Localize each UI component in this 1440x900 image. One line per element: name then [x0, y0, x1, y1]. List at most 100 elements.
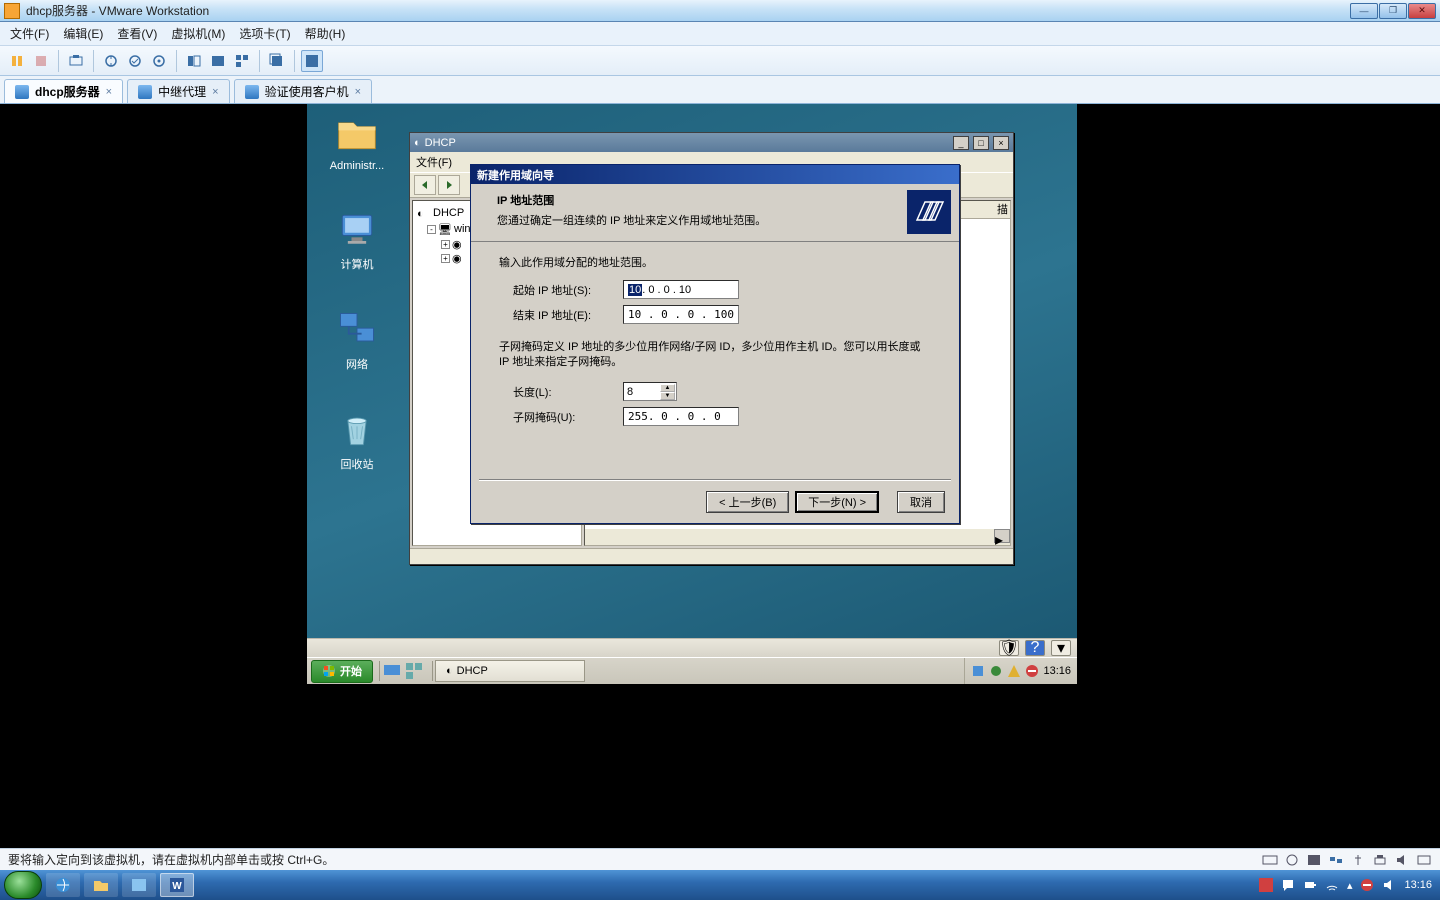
menu-edit[interactable]: 编辑(E): [63, 25, 103, 42]
menu-vm[interactable]: 虚拟机(M): [171, 25, 225, 42]
vm-tab-client[interactable]: 验证使用客户机 ×: [234, 79, 372, 103]
menu-help[interactable]: 帮助(H): [305, 25, 346, 42]
view-singlewin-button[interactable]: [183, 50, 205, 72]
guest-start-button[interactable]: 开始: [311, 660, 373, 683]
snapshot-revert-button[interactable]: [124, 50, 146, 72]
status-floppy-icon[interactable]: [1306, 853, 1322, 867]
desktop-icon-administrator[interactable]: Administr...: [321, 112, 393, 172]
security-icon[interactable]: 🛡: [999, 640, 1019, 656]
host-close-button[interactable]: ✕: [1408, 3, 1436, 19]
tray-network-icon[interactable]: [989, 664, 1003, 678]
status-printer-icon[interactable]: [1372, 853, 1388, 867]
spin-up-button[interactable]: ▲: [660, 384, 675, 392]
new-scope-wizard: 新建作用域向导 IP 地址范围 您通过确定一组连续的 IP 地址来定义作用域地址…: [470, 164, 960, 524]
vm-viewport[interactable]: Administr... 计算机 网络 回收站 ◐ DHCP _ □: [0, 104, 1440, 848]
view-thumbnail-button[interactable]: [231, 50, 253, 72]
tray-power-icon[interactable]: [1303, 878, 1317, 892]
back-button[interactable]: [414, 175, 436, 195]
desktop-icon-recycle[interactable]: 回收站: [321, 408, 393, 472]
menu-view[interactable]: 查看(V): [117, 25, 157, 42]
scroll-right-button[interactable]: ▸: [994, 529, 1010, 543]
next-button[interactable]: 下一步(N) >: [795, 491, 879, 513]
status-message-icon[interactable]: [1416, 853, 1432, 867]
status-usb-icon[interactable]: [1350, 853, 1366, 867]
menu-file[interactable]: 文件(F): [10, 25, 49, 42]
mmc-minimize-button[interactable]: _: [953, 136, 969, 150]
host-taskbar: W ▴ 13:16: [0, 870, 1440, 900]
taskbar-explorer[interactable]: [84, 873, 118, 897]
status-cd-icon[interactable]: [1284, 853, 1300, 867]
desktop-icon-computer[interactable]: 计算机: [321, 208, 393, 272]
options-icon[interactable]: ▾: [1051, 640, 1071, 656]
wizard-body: 输入此作用域分配的地址范围。 起始 IP 地址(S): 10 . 0 . 0 .…: [471, 242, 959, 444]
desktop-icon-network[interactable]: 网络: [321, 308, 393, 372]
guest-task-dhcp[interactable]: ◐ DHCP: [435, 660, 585, 682]
guest-clock[interactable]: 13:16: [1043, 665, 1071, 677]
help-icon[interactable]: ?: [1025, 640, 1045, 656]
host-minimize-button[interactable]: ―: [1350, 3, 1378, 19]
icon-label: 回收站: [321, 456, 393, 472]
host-maximize-button[interactable]: ❐: [1379, 3, 1407, 19]
mmc-titlebar[interactable]: ◐ DHCP _ □ ×: [410, 133, 1013, 152]
tray-flag-icon[interactable]: [1259, 878, 1273, 892]
end-ip-input[interactable]: 10 . 0 . 0 . 100: [623, 305, 739, 324]
tray-security-icon[interactable]: [971, 664, 985, 678]
tab-close-icon[interactable]: ×: [212, 86, 218, 98]
unity-button[interactable]: [266, 50, 288, 72]
tray-blocked-icon[interactable]: [1025, 664, 1039, 678]
wizard-titlebar[interactable]: 新建作用域向导: [471, 165, 959, 184]
mmc-menu-file[interactable]: 文件(F): [416, 154, 452, 170]
tray-wifi-icon[interactable]: [1325, 878, 1339, 892]
tray-volume-icon[interactable]: [1382, 878, 1396, 892]
taskbar-folder[interactable]: [122, 873, 156, 897]
guest-desktop[interactable]: Administr... 计算机 网络 回收站 ◐ DHCP _ □: [307, 104, 1077, 684]
quicklaunch-desktop[interactable]: [382, 661, 402, 681]
taskbar-word[interactable]: W: [160, 873, 194, 897]
tab-close-icon[interactable]: ×: [106, 86, 112, 98]
tray-chevron-icon[interactable]: ▴: [1347, 879, 1353, 892]
tray-blocked-icon[interactable]: [1360, 878, 1374, 892]
fullscreen-button[interactable]: [301, 50, 323, 72]
expand-icon[interactable]: +: [441, 254, 450, 263]
snapshot-manager-button[interactable]: [148, 50, 170, 72]
icon-label: 计算机: [321, 256, 393, 272]
host-menubar: 文件(F) 编辑(E) 查看(V) 虚拟机(M) 选项卡(T) 帮助(H): [0, 22, 1440, 46]
vm-icon: [138, 85, 152, 99]
end-ip-label: 结束 IP 地址(E):: [513, 307, 623, 323]
mmc-close-button[interactable]: ×: [993, 136, 1009, 150]
vm-tab-relay[interactable]: 中继代理 ×: [127, 79, 229, 103]
taskbar-ie[interactable]: [46, 873, 80, 897]
power-off-button[interactable]: [30, 50, 52, 72]
view-console-button[interactable]: [207, 50, 229, 72]
snapshot-take-button[interactable]: [100, 50, 122, 72]
tray-updates-icon[interactable]: [1007, 664, 1021, 678]
horizontal-scrollbar[interactable]: ▸: [585, 529, 1010, 545]
cancel-button[interactable]: 取消: [897, 491, 945, 513]
host-clock[interactable]: 13:16: [1404, 879, 1432, 891]
power-on-button[interactable]: [6, 50, 28, 72]
vm-icon: [15, 85, 29, 99]
length-spinner[interactable]: ▲▼: [623, 382, 677, 401]
collapse-icon[interactable]: -: [427, 225, 436, 234]
tray-action-icon[interactable]: [1281, 878, 1295, 892]
tab-label: 验证使用客户机: [265, 83, 349, 100]
host-start-button[interactable]: [4, 871, 42, 899]
menu-tabs[interactable]: 选项卡(T): [239, 25, 290, 42]
status-net-icon[interactable]: [1328, 853, 1344, 867]
vm-tab-dhcp[interactable]: dhcp服务器 ×: [4, 79, 123, 103]
mask-input[interactable]: 255. 0 . 0 . 0: [623, 407, 739, 426]
start-ip-input[interactable]: 10 . 0 . 0 . 10: [623, 280, 739, 299]
length-input[interactable]: [624, 386, 660, 398]
tab-close-icon[interactable]: ×: [355, 86, 361, 98]
expand-icon[interactable]: +: [441, 240, 450, 249]
status-disk-icon[interactable]: [1262, 853, 1278, 867]
status-sound-icon[interactable]: [1394, 853, 1410, 867]
back-button[interactable]: < 上一步(B): [706, 491, 789, 513]
vmware-icon: [4, 3, 20, 19]
snapshot-button[interactable]: [65, 50, 87, 72]
forward-button[interactable]: [438, 175, 460, 195]
quicklaunch-explorer[interactable]: [404, 661, 424, 681]
mmc-maximize-button[interactable]: □: [973, 136, 989, 150]
dhcp-server-icon: ◐: [417, 206, 431, 220]
spin-down-button[interactable]: ▼: [660, 392, 675, 400]
